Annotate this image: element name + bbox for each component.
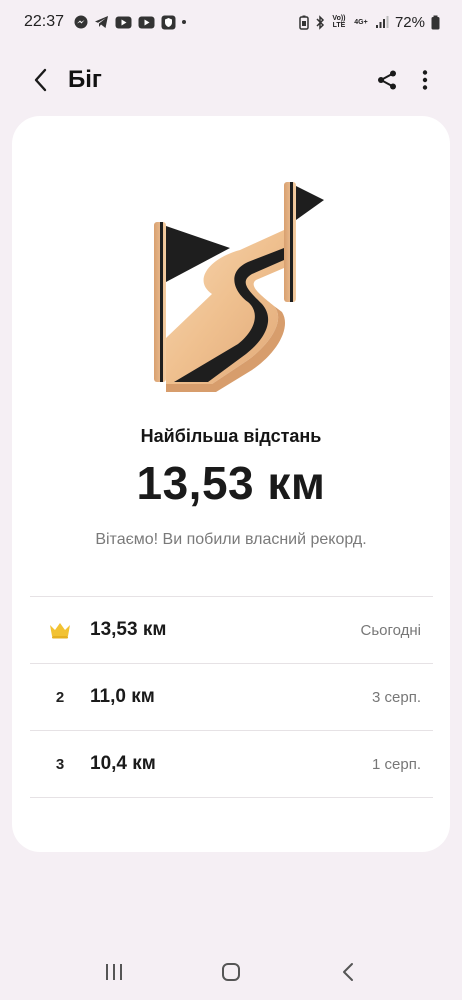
system-back-button[interactable] (318, 950, 378, 994)
bluetooth-icon (315, 14, 325, 30)
record-title: Найбільша відстань (140, 426, 322, 446)
messenger-icon (74, 15, 88, 29)
record-card: Найбільша відстань 13,53 км Вітаємо! Ви … (12, 116, 450, 852)
back-chevron-icon (342, 963, 353, 981)
list-item-date: 1 серп. (372, 755, 421, 773)
home-button[interactable] (201, 950, 261, 994)
list-item-rank: 2 (55, 688, 65, 706)
status-bar: 22:37 Vo)) LTE 4G+ 72% (0, 0, 462, 44)
shield-app-icon (161, 15, 176, 30)
page-title: Біг (68, 66, 102, 93)
battery-percent: 72% (394, 13, 425, 31)
rank-1 (30, 621, 90, 639)
list-item-distance: 13,53 км (90, 619, 167, 640)
share-button[interactable] (368, 60, 406, 100)
share-icon (378, 70, 396, 90)
home-icon (221, 963, 240, 981)
list-item-distance: 11,0 км (90, 686, 155, 707)
longest-distance-badge-icon (154, 182, 324, 392)
recent-apps-button[interactable] (84, 950, 144, 994)
list-item: 3 10,4 км 1 серп. (30, 731, 433, 798)
list-item: 13,53 км Сьогодні (30, 597, 433, 664)
battery-icon (431, 15, 440, 30)
list-item-date: 3 серп. (372, 688, 421, 706)
record-value: 13,53 км (136, 457, 326, 509)
congrats-message: Вітаємо! Ви побили власний рекорд. (95, 531, 367, 548)
chevron-left-icon (34, 68, 47, 92)
app-header: Біг (0, 52, 462, 108)
recent-apps-icon (106, 964, 123, 980)
telegram-icon (94, 15, 109, 29)
record-history-list: 13,53 км Сьогодні 2 11,0 км 3 серп. 3 10… (30, 596, 433, 798)
back-button[interactable] (26, 60, 56, 100)
list-item-distance: 10,4 км (90, 753, 156, 774)
youtube-icon-2 (138, 16, 155, 29)
volte-indicator: Vo)) LTE (332, 15, 346, 29)
signal-icon (375, 15, 389, 29)
network-type-indicator: 4G+ (354, 18, 368, 26)
system-navigation-bar (0, 948, 462, 996)
list-item: 2 11,0 км 3 серп. (30, 664, 433, 731)
battery-saver-icon (299, 15, 309, 30)
status-time: 22:37 (24, 13, 65, 30)
more-options-button[interactable] (406, 60, 444, 100)
youtube-icon (115, 16, 132, 29)
list-item-rank: 3 (55, 755, 65, 773)
list-item-date: Сьогодні (360, 621, 421, 639)
more-vertical-icon (422, 70, 428, 90)
more-notifications-dot (182, 20, 187, 24)
crown-icon (50, 623, 70, 639)
